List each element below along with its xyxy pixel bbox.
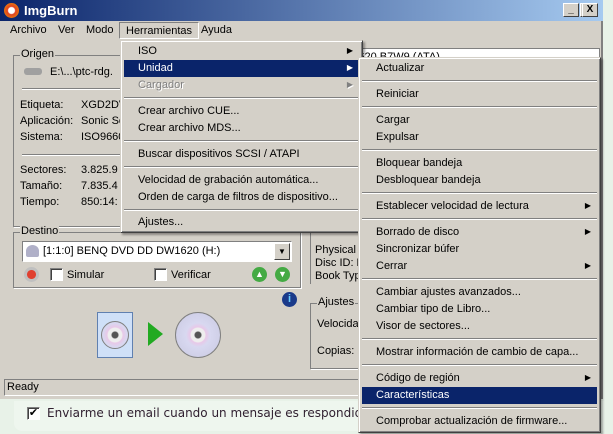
status-text: Ready: [7, 381, 39, 393]
menu-item-reiniciar[interactable]: Reiniciar: [362, 86, 597, 103]
menu-item-desbloquear-bandeja[interactable]: Desbloquear bandeja: [362, 172, 597, 189]
eraser-icon[interactable]: [24, 267, 39, 282]
menu-item-cambiar-tipo-libro[interactable]: Cambiar tipo de Libro...: [362, 301, 597, 318]
menu-item-crear-mds[interactable]: Crear archivo MDS...: [124, 120, 359, 137]
menu-modo[interactable]: Modo: [80, 22, 120, 39]
simular-label: Simular: [67, 269, 105, 281]
drive-icon: [26, 245, 39, 257]
label-sistema: Sistema:: [20, 131, 63, 143]
menu-item-velocidad-lectura[interactable]: Establecer velocidad de lectura ▶: [362, 198, 597, 215]
menu-item-buscar-dispositivos[interactable]: Buscar dispositivos SCSI / ATAPI: [124, 146, 359, 163]
verificar-label: Verificar: [171, 269, 211, 281]
value-tamano: 7.835.4: [81, 180, 118, 192]
label-aplicacion: Aplicación:: [20, 115, 74, 127]
label-tamano: Tamaño:: [20, 180, 63, 192]
drive-value: [1:1:0] BENQ DVD DD DW1620 (H:): [43, 245, 221, 257]
email-checkbox[interactable]: ✔: [27, 407, 40, 420]
menu-item-visor-sectores[interactable]: Visor de sectores...: [362, 318, 597, 335]
value-sistema: ISO9660: [81, 131, 125, 143]
ajustes-label: Ajustes: [317, 296, 356, 308]
menu-item-cambiar-ajustes[interactable]: Cambiar ajustes avanzados...: [362, 284, 597, 301]
unidad-submenu: Actualizar Reiniciar Cargar Expulsar Blo…: [358, 57, 601, 433]
menu-item-sincronizar-bufer[interactable]: Sincronizar búfer: [362, 241, 597, 258]
verificar-checkbox[interactable]: [154, 268, 167, 281]
chevron-down-icon[interactable]: ▼: [274, 243, 290, 260]
menu-item-expulsar[interactable]: Expulsar: [362, 129, 597, 146]
image-file-icon: [97, 312, 133, 358]
menu-item-caracteristicas[interactable]: Características: [362, 387, 597, 404]
drive-icon: [24, 68, 42, 75]
menu-item-borrado-disco[interactable]: Borrado de disco ▶: [362, 224, 597, 241]
herramientas-menu: ISO ▶ Unidad ▶ Cargador ▶ Crear archivo CUE…: [120, 40, 363, 233]
destino-label: Destino: [20, 225, 60, 237]
value-aplicacion: Sonic Sc: [81, 115, 125, 127]
menu-item-cambio-capa[interactable]: Mostrar información de cambio de capa...: [362, 344, 597, 361]
play-icon: [148, 322, 163, 346]
close-button[interactable]: X: [582, 3, 598, 17]
arrow-down-icon[interactable]: ▼: [275, 267, 290, 282]
drive-select[interactable]: [1:1:0] BENQ DVD DD DW1620 (H:) ▼: [22, 241, 292, 262]
origen-label: Origen: [20, 48, 56, 60]
menu-item-velocidad-grabacion[interactable]: Velocidad de grabación automática...: [124, 172, 359, 189]
menu-item-bloquear-bandeja[interactable]: Bloquear bandeja: [362, 155, 597, 172]
menu-item-codigo-region[interactable]: Código de región ▶: [362, 370, 597, 387]
menu-item-comprobar-firmware[interactable]: Comprobar actualización de firmware...: [362, 413, 597, 430]
menu-item-iso[interactable]: ISO ▶: [124, 43, 359, 60]
label-sectores: Sectores:: [20, 164, 67, 176]
copias-label: Copias:: [317, 345, 355, 357]
menu-item-orden-filtros[interactable]: Orden de carga de filtros de dispositivo…: [124, 189, 359, 206]
simular-checkbox[interactable]: [50, 268, 63, 281]
minimize-button[interactable]: _: [563, 3, 579, 17]
info-icon[interactable]: i: [282, 292, 297, 307]
menu-item-cargar[interactable]: Cargar: [362, 112, 597, 129]
app-icon: [4, 3, 19, 18]
arrow-up-icon[interactable]: ▲: [252, 267, 267, 282]
destino-group: Destino [1:1:0] BENQ DVD DD DW1620 (H:) …: [13, 225, 301, 288]
email-label: Enviarme un email cuando un mensaje es r…: [47, 406, 370, 420]
source-path: E:\...\ptc-rdg.: [50, 66, 113, 78]
title-bar: ImgBurn _ □: [0, 0, 603, 21]
value-sectores: 3.825.9: [81, 164, 118, 176]
menu-archivo[interactable]: Archivo: [4, 22, 53, 39]
menu-item-actualizar[interactable]: Actualizar: [362, 60, 597, 77]
menu-ayuda[interactable]: Ayuda: [195, 22, 238, 39]
menu-item-crear-cue[interactable]: Crear archivo CUE...: [124, 103, 359, 120]
menu-item-unidad[interactable]: Unidad ▶: [124, 60, 359, 77]
menu-item-cargador: Cargador ▶: [138, 79, 353, 91]
menu-herramientas[interactable]: Herramientas: [119, 22, 200, 39]
label-tiempo: Tiempo:: [20, 196, 60, 208]
label-etiqueta: Etiqueta:: [20, 99, 64, 111]
value-tiempo: 850:14:: [81, 196, 118, 208]
menu-item-cerrar[interactable]: Cerrar ▶: [362, 258, 597, 275]
menu-item-ajustes[interactable]: Ajustes...: [124, 214, 359, 231]
window-title: ImgBurn: [24, 3, 78, 18]
disc-icon[interactable]: [175, 312, 221, 358]
menu-ver[interactable]: Ver: [52, 22, 81, 39]
